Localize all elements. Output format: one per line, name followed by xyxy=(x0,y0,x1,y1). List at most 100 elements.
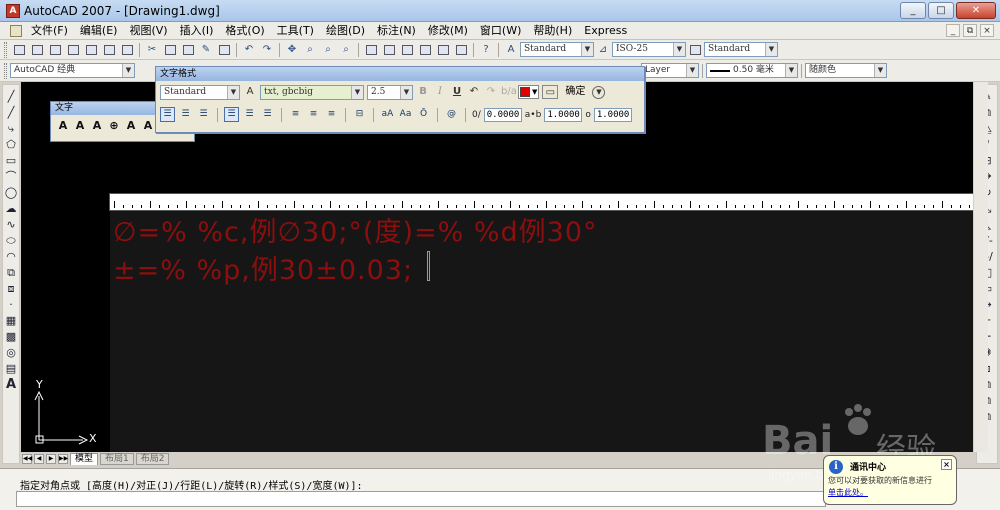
calculator-icon[interactable] xyxy=(453,42,469,58)
chevron-down-icon[interactable]: ▼ xyxy=(874,64,886,77)
ellipse-icon[interactable]: ⬭ xyxy=(4,233,18,248)
menu-window[interactable]: 窗口(W) xyxy=(474,22,527,40)
workspace-combo[interactable]: AutoCAD 经典 ▼ xyxy=(10,63,135,78)
underline-button[interactable]: U xyxy=(450,85,464,99)
multiline-text-icon[interactable]: A xyxy=(56,119,70,133)
first-tab-icon[interactable]: ◀◀ xyxy=(22,454,32,464)
ok-button[interactable]: 确定 xyxy=(561,84,589,100)
spline-icon[interactable]: ∿ xyxy=(4,217,18,232)
uppercase-icon[interactable]: aA xyxy=(380,107,395,122)
menu-help[interactable]: 帮助(H) xyxy=(527,22,578,40)
align-top-icon[interactable]: ☰ xyxy=(224,107,239,122)
lineweight-combo[interactable]: 0.50 毫米 ▼ xyxy=(706,63,798,78)
text-style-icon[interactable]: A xyxy=(124,119,138,133)
tab-layout1[interactable]: 布局1 xyxy=(100,453,134,465)
overline-icon[interactable]: Ō xyxy=(416,107,431,122)
command-input[interactable] xyxy=(16,491,826,507)
doc-close-button[interactable]: × xyxy=(980,24,994,37)
zoom-window-icon[interactable]: ⌕ xyxy=(320,42,336,58)
chevron-down-icon[interactable]: ▼ xyxy=(581,43,593,56)
save-icon[interactable] xyxy=(47,42,63,58)
menu-express[interactable]: Express xyxy=(578,22,633,40)
line-icon[interactable]: ╱ xyxy=(4,89,18,104)
bullets-icon[interactable]: ≡ xyxy=(306,107,321,122)
circle-icon[interactable]: ◯ xyxy=(4,185,18,200)
next-tab-icon[interactable]: ▶ xyxy=(46,454,56,464)
chevron-down-icon[interactable]: ▼ xyxy=(673,43,685,56)
align-center-icon[interactable]: ☰ xyxy=(178,107,193,122)
plotstyle-combo[interactable]: 随颜色 ▼ xyxy=(805,63,887,78)
chevron-down-icon[interactable]: ▼ xyxy=(785,64,797,77)
insert-block-icon[interactable]: ⧉ xyxy=(4,265,18,280)
dim-style-combo[interactable]: ISO-25 ▼ xyxy=(612,42,686,57)
arc-icon[interactable]: ⌒ xyxy=(4,169,18,184)
pan-icon[interactable]: ✥ xyxy=(284,42,300,58)
align-middle-icon[interactable]: ☰ xyxy=(242,107,257,122)
chevron-down-icon[interactable]: ▼ xyxy=(351,85,363,99)
3d-dwf-icon[interactable] xyxy=(119,42,135,58)
cut-icon[interactable]: ✂ xyxy=(144,42,160,58)
menu-tools[interactable]: 工具(T) xyxy=(271,22,320,40)
publish-icon[interactable] xyxy=(101,42,117,58)
markup-icon[interactable] xyxy=(435,42,451,58)
text-color-combo[interactable]: ▼ xyxy=(518,85,540,99)
menu-insert[interactable]: 插入(I) xyxy=(174,22,220,40)
text-height-combo[interactable]: 2.5 ▼ xyxy=(367,84,413,100)
stack-icon[interactable]: b/a xyxy=(501,85,517,99)
symbol-icon[interactable]: @ xyxy=(444,107,459,122)
balloon-close-button[interactable]: × xyxy=(941,459,952,470)
document-icon[interactable] xyxy=(10,24,22,37)
hatch-icon[interactable]: ▦ xyxy=(4,313,18,328)
menu-file[interactable]: 文件(F) xyxy=(25,22,74,40)
zoom-realtime-icon[interactable]: ⌕ xyxy=(302,42,318,58)
uppercase-list-icon[interactable]: ≡ xyxy=(324,107,339,122)
chevron-down-icon[interactable]: ▼ xyxy=(686,64,698,77)
align-right-icon[interactable]: ☰ xyxy=(196,107,211,122)
make-block-icon[interactable]: ⧈ xyxy=(4,281,18,296)
paste-icon[interactable] xyxy=(180,42,196,58)
layer-combo[interactable]: Layer ▼ xyxy=(641,63,699,78)
menu-edit[interactable]: 编辑(E) xyxy=(74,22,124,40)
edit-text-icon[interactable]: A xyxy=(90,119,104,133)
bold-button[interactable]: B xyxy=(416,85,430,99)
mtext-line-1[interactable]: ∅=% %c,例∅30;°(度)=% %d例30° xyxy=(113,210,598,249)
tab-model[interactable]: 模型 xyxy=(70,453,99,465)
insert-field-icon[interactable]: ⊟ xyxy=(352,107,367,122)
chevron-down-icon[interactable]: ▼ xyxy=(765,43,777,56)
vertical-scrollbar[interactable] xyxy=(974,82,988,452)
numbering-icon[interactable]: ≡ xyxy=(288,107,303,122)
copy-icon[interactable] xyxy=(162,42,178,58)
construction-line-icon[interactable]: ╱ xyxy=(4,105,18,120)
text-style-combo[interactable]: Standard ▼ xyxy=(520,42,594,57)
align-bottom-icon[interactable]: ☰ xyxy=(260,107,275,122)
redo-icon[interactable]: ↷ xyxy=(484,85,498,99)
undo-icon[interactable]: ↶ xyxy=(467,85,481,99)
font-combo[interactable]: txt, gbcbig ▼ xyxy=(260,84,364,100)
properties-icon[interactable] xyxy=(363,42,379,58)
open-icon[interactable] xyxy=(29,42,45,58)
menu-view[interactable]: 视图(V) xyxy=(123,22,173,40)
undo-icon[interactable]: ↶ xyxy=(241,42,257,58)
doc-minimize-button[interactable]: _ xyxy=(946,24,960,37)
new-icon[interactable] xyxy=(11,42,27,58)
gradient-icon[interactable]: ▩ xyxy=(4,329,18,344)
width-factor-input[interactable]: 1.0000 xyxy=(593,107,632,122)
match-properties-icon[interactable]: ✎ xyxy=(198,42,214,58)
menu-dimension[interactable]: 标注(N) xyxy=(371,22,422,40)
options-icon[interactable]: ▼ xyxy=(592,85,606,99)
region-icon[interactable]: ◎ xyxy=(4,345,18,360)
polygon-icon[interactable]: ⬠ xyxy=(4,137,18,152)
last-tab-icon[interactable]: ▶▶ xyxy=(58,454,68,464)
plot-icon[interactable] xyxy=(65,42,81,58)
single-line-text-icon[interactable]: A xyxy=(73,119,87,133)
minimize-button[interactable]: _ xyxy=(900,2,926,19)
help-icon[interactable]: ? xyxy=(478,42,494,58)
mtext-line-2[interactable]: ±=% %p,例30±0.03; xyxy=(113,248,413,287)
italic-button[interactable]: I xyxy=(433,85,447,99)
text-formatting-title[interactable]: 文字格式 xyxy=(156,67,644,81)
zoom-previous-icon[interactable]: ⌕ xyxy=(338,42,354,58)
scale-text-icon[interactable]: A xyxy=(141,119,155,133)
balloon-link[interactable]: 单击此处。 xyxy=(828,487,868,498)
align-left-icon[interactable]: ☰ xyxy=(160,107,175,122)
tool-palettes-icon[interactable] xyxy=(399,42,415,58)
